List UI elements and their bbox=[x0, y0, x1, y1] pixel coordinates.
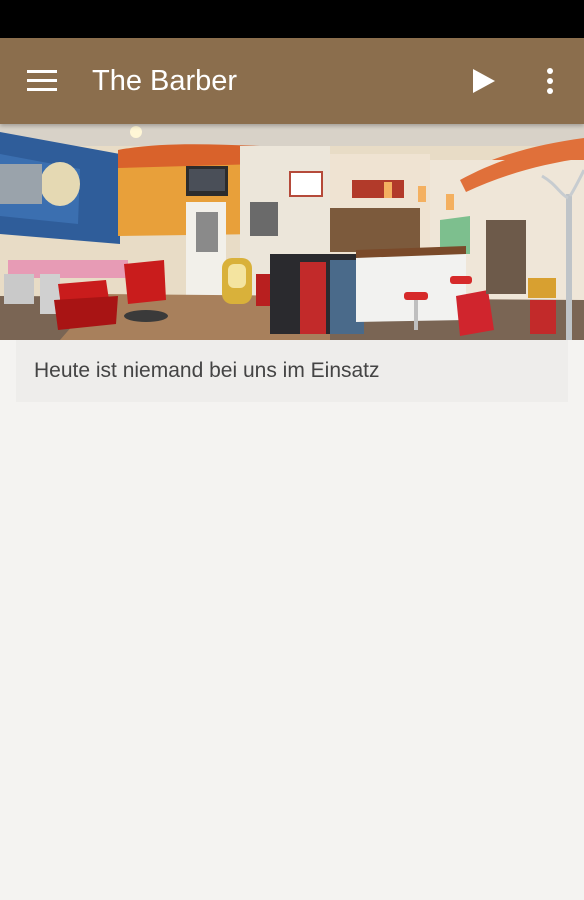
info-card: Heute ist niemand bei uns im Einsatz bbox=[16, 340, 568, 402]
play-icon bbox=[473, 69, 495, 93]
app-title: The Barber bbox=[92, 65, 238, 97]
overflow-menu-button[interactable] bbox=[528, 59, 572, 103]
app-bar: The Barber bbox=[0, 38, 584, 124]
play-button[interactable] bbox=[462, 59, 506, 103]
no-staff-message: Heute ist niemand bei uns im Einsatz bbox=[34, 359, 380, 382]
hamburger-menu-icon bbox=[27, 70, 57, 91]
more-vert-icon bbox=[547, 68, 553, 94]
barbershop-photo bbox=[0, 124, 584, 340]
menu-button[interactable] bbox=[20, 59, 64, 103]
status-bar bbox=[0, 0, 584, 38]
